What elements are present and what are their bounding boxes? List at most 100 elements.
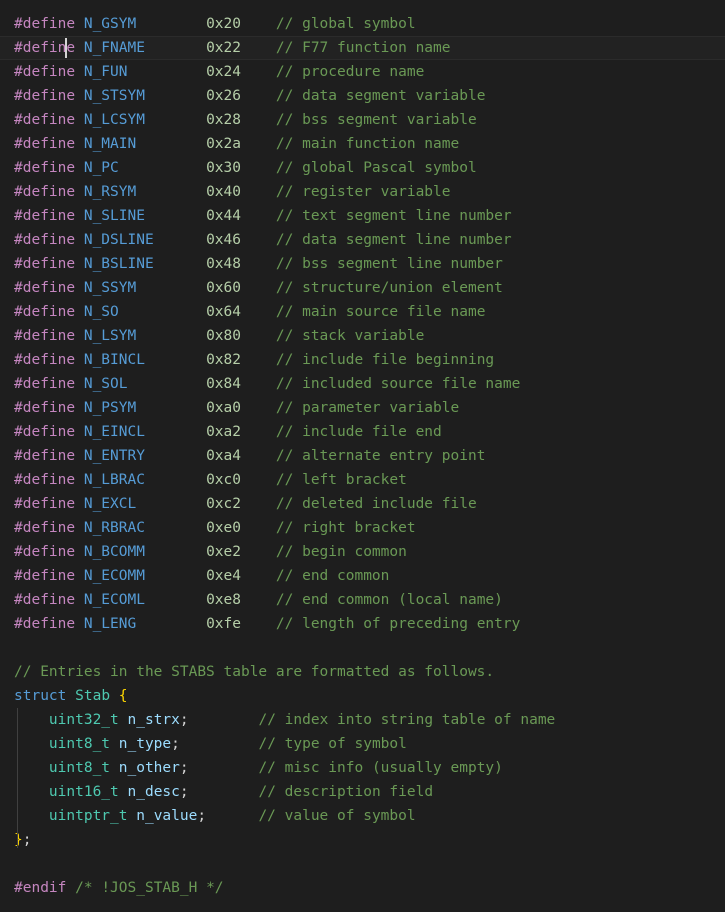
preprocessor-define: #define [14,616,84,632]
macro-name: N_SO [83,304,207,320]
comment-text: // type of symbol [258,736,407,752]
field-terminator: ; [179,712,259,728]
code-line-define: #define N_ECOML 0xe8 // end common (loca… [0,588,725,612]
code-content[interactable]: #define N_GSYM 0x20 // global symbol #def… [0,0,725,900]
comment-text: // left bracket [275,472,407,488]
endif-guard-comment: /* !JOS_STAB_H */ [75,880,224,896]
macro-value: 0xc2 [206,496,276,512]
preprocessor-define: #define [14,280,84,296]
field-name: n_desc [127,784,180,800]
comment-text: // index into string table of name [258,712,556,728]
macro-name: N_BSLINE [83,256,207,272]
comment-text: // procedure name [275,64,425,80]
comment-text: // include file beginning [275,352,495,368]
preprocessor-define: #define [14,472,84,488]
code-line-struct-comment: // Entries in the STABS table are format… [0,660,725,684]
code-line-define: #define N_FUN 0x24 // procedure name [0,60,725,84]
code-line-define: #define N_SLINE 0x44 // text segment lin… [0,204,725,228]
macro-name: N_DSLINE [83,232,207,248]
comment-text: // description field [258,784,434,800]
field-type: uint32_t [48,712,128,728]
macro-name: N_MAIN [83,136,207,152]
preprocessor-define: #define [14,64,84,80]
code-editor[interactable]: #define N_GSYM 0x20 // global symbol #def… [0,0,725,912]
macro-name: N_RBRAC [83,520,207,536]
preprocessor-endif: #endif [14,880,67,896]
comment-text: // data segment line number [275,232,512,248]
comment-text: // length of preceding entry [275,616,521,632]
preprocessor-define: #define [14,304,84,320]
comment-text: // Entries in the STABS table are format… [14,664,495,680]
preprocessor-define: #define [14,328,84,344]
code-line-define: #define N_LSYM 0x80 // stack variable [0,324,725,348]
code-line-define: #define N_EINCL 0xa2 // include file end [0,420,725,444]
comment-text: // F77 function name [275,40,451,56]
code-line-define: #define N_GSYM 0x20 // global symbol [0,12,725,36]
macro-name: N_ECOML [83,592,207,608]
code-line-define: #define N_LBRAC 0xc0 // left bracket [0,468,725,492]
code-line-define: #define N_FNAME 0x22 // F77 function nam… [0,36,725,60]
open-brace: { [118,688,128,704]
macro-value: 0x48 [206,256,276,272]
preprocessor-define: #define [14,424,84,440]
macro-name: N_ECOMM [83,568,207,584]
macro-value: 0x44 [206,208,276,224]
code-line-define: #define N_SO 0x64 // main source file na… [0,300,725,324]
code-line-struct-close: }; [0,828,725,852]
close-brace: } [14,832,23,848]
code-line-partial-top [0,0,725,12]
macro-value: 0xa0 [206,400,276,416]
macro-value: 0x60 [206,280,276,296]
comment-text: // global Pascal symbol [275,160,477,176]
code-line-struct-decl: struct Stab { [0,684,725,708]
comment-text: // end common [275,568,390,584]
macro-name: N_BINCL [83,352,207,368]
define-block: #define N_GSYM 0x20 // global symbol #def… [0,12,725,636]
preprocessor-define: #define [14,376,84,392]
preprocessor-define: #define [14,496,84,512]
comment-text: // bss segment variable [275,112,477,128]
comment-text: // misc info (usually empty) [258,760,503,776]
field-type: uintptr_t [48,808,137,824]
code-line-struct-field: uint16_t n_desc; // description field [0,780,725,804]
field-name: n_value [136,808,198,824]
macro-value: 0x64 [206,304,276,320]
macro-name: N_EXCL [83,496,207,512]
code-line-define: #define N_BCOMM 0xe2 // begin common [0,540,725,564]
macro-name: N_LENG [83,616,207,632]
code-line-define: #define N_SSYM 0x60 // structure/union e… [0,276,725,300]
field-terminator: ; [179,784,259,800]
macro-value: 0x28 [206,112,276,128]
macro-name: N_STSYM [83,88,207,104]
comment-text: // deleted include file [275,496,477,512]
comment-text: // parameter variable [275,400,460,416]
macro-value: 0x26 [206,88,276,104]
macro-value: 0xfe [206,616,276,632]
comment-text: // global symbol [275,16,416,32]
comment-text: // begin common [275,544,407,560]
macro-name: N_PC [83,160,207,176]
code-line-define: #define N_STSYM 0x26 // data segment var… [0,84,725,108]
macro-name: N_PSYM [83,400,207,416]
comment-text: // right bracket [275,520,416,536]
macro-value: 0xe4 [206,568,276,584]
macro-name: N_SLINE [83,208,207,224]
preprocessor-define: #define [14,208,84,224]
field-terminator: ; [197,808,259,824]
macro-name: N_SSYM [83,280,207,296]
code-line-define: #define N_PSYM 0xa0 // parameter variabl… [0,396,725,420]
field-name: n_type [118,736,172,752]
macro-value: 0xe8 [206,592,276,608]
comment-text: // include file end [275,424,442,440]
macro-value: 0x2a [206,136,276,152]
code-line-define: #define N_LCSYM 0x28 // bss segment vari… [0,108,725,132]
preprocessor-define: #define [14,112,84,128]
code-line-struct-field: uint32_t n_strx; // index into string ta… [0,708,725,732]
field-type: uint16_t [48,784,128,800]
